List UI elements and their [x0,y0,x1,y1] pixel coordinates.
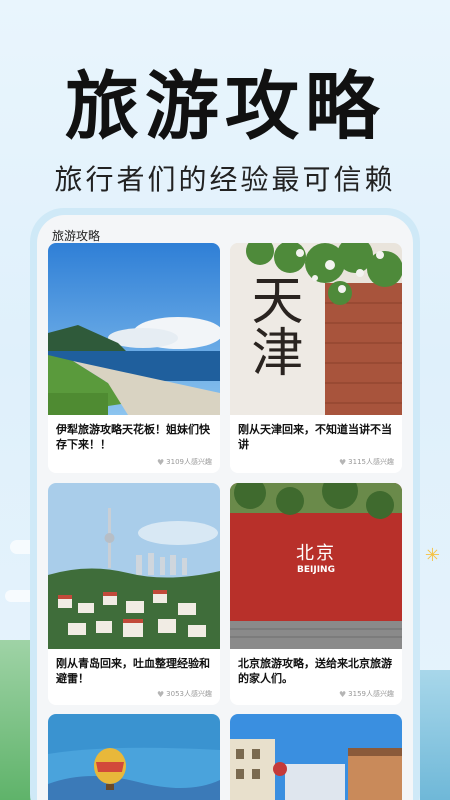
card-title: 刚从天津回来，不知道当讲不当讲 [238,423,392,451]
card-title: 北京旅游攻略，送给来北京旅游的家人们。 [238,657,392,685]
interest-count: ♥ 3115人感兴趣 [339,457,394,467]
balloon-image [48,714,220,800]
building-left-decoration [0,640,32,800]
guide-card[interactable] [48,714,220,800]
heart-icon: ♥ [339,457,347,467]
card-title: 伊犁旅游攻略天花板！姐妹们快存下来！！ [56,423,210,451]
beijing-wall-image: 北京 BEIJING [230,483,402,649]
building-right-decoration [420,670,450,800]
heart-icon: ♥ [339,689,347,699]
app-screen: 旅游攻略 伊犁旅游攻略天花板！姐妹们快存下来！！ ♥ 3109人感兴趣 天津 刚… [37,215,413,800]
interest-count-text: 3115人感兴趣 [348,458,394,466]
guide-card[interactable]: 北京 BEIJING 北京旅游攻略，送给来北京旅游的家人们。 ♥ 3159人感兴… [230,483,402,705]
heart-icon: ♥ [157,689,165,699]
guide-card[interactable]: 天津 刚从天津回来，不知道当讲不当讲 ♥ 3115人感兴趣 [230,243,402,473]
card-title: 刚从青岛回来，吐血整理经验和避雷！ [56,657,210,685]
hero-subtitle: 旅行者们的经验最可信赖 [54,163,396,196]
beijing-sign-cn: 北京 [296,543,336,564]
screen-title: 旅游攻略 [52,229,101,243]
guide-card[interactable]: 刚从青岛回来，吐血整理经验和避雷！ ♥ 3053人感兴趣 [48,483,220,705]
lake-landscape-image [48,243,220,415]
hero-title: 旅游攻略 [65,64,385,150]
tianjin-sign-text: 天津 [242,273,302,377]
guide-card[interactable] [230,714,402,800]
guide-card[interactable]: 伊犁旅游攻略天花板！姐妹们快存下来！！ ♥ 3109人感兴趣 [48,243,220,473]
interest-count-text: 3109人感兴趣 [166,458,212,466]
interest-count: ♥ 3159人感兴趣 [339,689,394,699]
street-image [230,714,402,800]
tianjin-sign-image: 天津 [230,243,402,415]
beijing-sign-en: BEIJING [297,565,335,575]
interest-count: ♥ 3053人感兴趣 [157,689,212,699]
heart-icon: ♥ [157,457,165,467]
sparkle-decoration: ✳ [424,545,440,566]
phone-frame: 旅游攻略 伊犁旅游攻略天花板！姐妹们快存下来！！ ♥ 3109人感兴趣 天津 刚… [30,208,420,800]
qingdao-city-image [48,483,220,649]
interest-count: ♥ 3109人感兴趣 [157,457,212,467]
interest-count-text: 3053人感兴趣 [166,690,212,698]
interest-count-text: 3159人感兴趣 [348,690,394,698]
